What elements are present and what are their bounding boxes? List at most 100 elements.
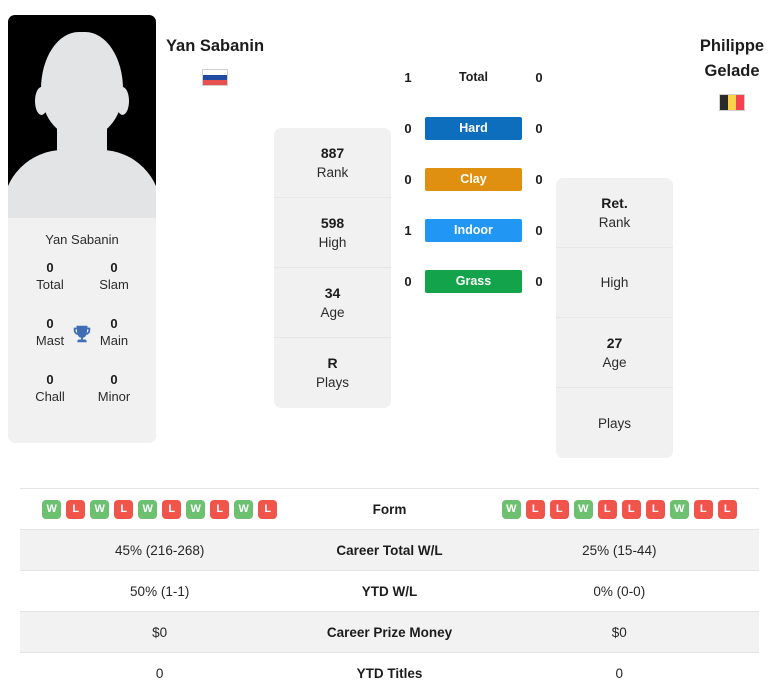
form-badge-w[interactable]: W [90, 499, 110, 519]
right-score: 0 [535, 172, 543, 187]
right-score: 0 [535, 70, 543, 85]
left-titles-minor: 0 Minor [88, 371, 140, 405]
form-badge-w[interactable]: W [669, 499, 689, 519]
form-badge-l[interactable]: L [162, 499, 182, 519]
form-badge-l[interactable]: L [693, 499, 713, 519]
form-badge-l[interactable]: L [258, 499, 278, 519]
value: 0 [46, 316, 54, 331]
surface-badge-hard[interactable]: Hard [425, 117, 522, 140]
right-player-info-card: Ret. Rank High 27 Age Plays [556, 178, 673, 458]
row-label-ytd-titles: YTD Titles [356, 665, 423, 681]
form-badge-l[interactable]: L [621, 499, 641, 519]
table-row-ytd-wl: 50% (1-1) YTD W/L 0% (0-0) [20, 570, 759, 612]
label: High [318, 234, 347, 250]
avatar-head-shape [41, 32, 123, 136]
form-badge-w[interactable]: W [42, 499, 62, 519]
label: Plays [597, 415, 631, 431]
russia-flag-icon [202, 69, 228, 86]
value: 598 [320, 214, 345, 231]
value: 887 [320, 144, 345, 161]
left-player-photo-caption: Yan Sabanin [45, 232, 119, 247]
belgium-flag-icon [719, 94, 745, 111]
form-badge-l[interactable]: L [210, 499, 230, 519]
row-label-ytd-wl: YTD W/L [361, 583, 418, 599]
row-label-career-total-wl: Career Total W/L [336, 542, 443, 558]
avatar-ear-left-shape [35, 87, 48, 115]
form-badge-l[interactable]: L [597, 499, 617, 519]
form-badge-w[interactable]: W [234, 499, 254, 519]
form-badge-l[interactable]: L [114, 499, 134, 519]
value: R [327, 355, 338, 371]
left-score: 1 [404, 70, 412, 85]
left-score: 0 [404, 172, 412, 187]
label: Age [602, 354, 627, 370]
right-player-name: Philippe Gelade [699, 37, 765, 80]
right-info-plays: Plays [556, 388, 673, 458]
right-player-name-column: Philippe Gelade [673, 10, 779, 111]
label: Rank [316, 164, 349, 180]
form-badge-l[interactable]: L [717, 499, 737, 519]
right-career-prize-money: $0 [611, 624, 627, 640]
value: 0 [110, 316, 118, 331]
surface-badge-indoor[interactable]: Indoor [425, 219, 522, 242]
head-to-head-surface-column: 1 Total 0 0 Hard 0 0 Clay 0 1 Indoor 0 0 [391, 10, 556, 293]
label: Minor [97, 389, 131, 404]
label: Plays [315, 375, 349, 390]
left-career-total-wl: 45% (216-268) [115, 542, 205, 558]
left-score: 1 [404, 223, 412, 238]
surface-row-total: 1 Total 0 [391, 66, 556, 89]
left-info-plays: R Plays [274, 338, 391, 408]
label: Age [320, 304, 345, 320]
form-badge-w[interactable]: W [138, 499, 158, 519]
value: 0 [110, 372, 118, 387]
label: Slam [99, 277, 129, 292]
form-badge-w[interactable]: W [573, 499, 593, 519]
row-label-career-prize-money: Career Prize Money [326, 624, 453, 640]
right-info-high: High [556, 248, 673, 318]
surface-label-total: Total [459, 70, 488, 84]
left-titles-challenger: 0 Chall [24, 371, 76, 405]
right-score: 0 [535, 274, 543, 289]
left-ytd-titles: 0 [155, 665, 164, 681]
label: High [600, 275, 629, 290]
left-info-age: 34 Age [274, 268, 391, 338]
left-ytd-wl: 50% (1-1) [130, 583, 190, 599]
form-badge-l[interactable]: L [66, 499, 86, 519]
left-form-cell: WLWLWLWLWL [20, 489, 299, 530]
left-player-name: Yan Sabanin [165, 37, 265, 55]
table-row-career-total-wl: 45% (216-268) Career Total W/L 25% (15-4… [20, 529, 759, 571]
trophy-icon [73, 325, 91, 343]
form-badge-l[interactable]: L [645, 499, 665, 519]
left-player-info-card: 887 Rank 598 High 34 Age R Plays [274, 128, 391, 408]
left-info-rank: 887 Rank [274, 128, 391, 198]
label: Chall [35, 389, 65, 404]
label: Total [36, 277, 64, 292]
right-career-total-wl: 25% (15-44) [582, 542, 657, 558]
surface-badge-clay[interactable]: Clay [425, 168, 522, 191]
value: Ret. [601, 194, 628, 211]
surface-row-hard: 0 Hard 0 [391, 117, 556, 140]
left-info-high: 598 High [274, 198, 391, 268]
surface-badge-grass[interactable]: Grass [425, 270, 522, 293]
left-titles-main: 0 Main [88, 315, 140, 349]
surface-row-grass: 0 Grass 0 [391, 270, 556, 293]
label: Rank [598, 214, 631, 230]
form-badge-w[interactable]: W [501, 499, 521, 519]
right-info-age: 27 Age [556, 318, 673, 388]
form-badge-l[interactable]: L [549, 499, 569, 519]
value: 0 [46, 372, 54, 387]
avatar-body-shape [8, 150, 156, 218]
left-player-avatar [8, 15, 156, 218]
player-comparison-page: Yan Sabanin 0 Total 0 Slam 0 Mast 0 Main… [0, 0, 779, 699]
form-badge-l[interactable]: L [525, 499, 545, 519]
left-titles-masters: 0 Mast [24, 315, 76, 349]
table-row-form: WLWLWLWLWL Form WLLWLLLWLL [20, 488, 759, 530]
right-form-strip: WLLWLLLWLL [480, 499, 759, 519]
left-player-titles-grid: 0 Total 0 Slam 0 Mast 0 Main 0 Chall 0 M… [8, 259, 156, 443]
left-titles-slam: 0 Slam [88, 259, 140, 293]
right-score: 0 [535, 121, 543, 136]
left-score: 0 [404, 121, 412, 136]
left-player-photo-card[interactable]: Yan Sabanin 0 Total 0 Slam 0 Mast 0 Main… [8, 15, 156, 443]
form-badge-w[interactable]: W [186, 499, 206, 519]
value: 27 [606, 334, 623, 351]
